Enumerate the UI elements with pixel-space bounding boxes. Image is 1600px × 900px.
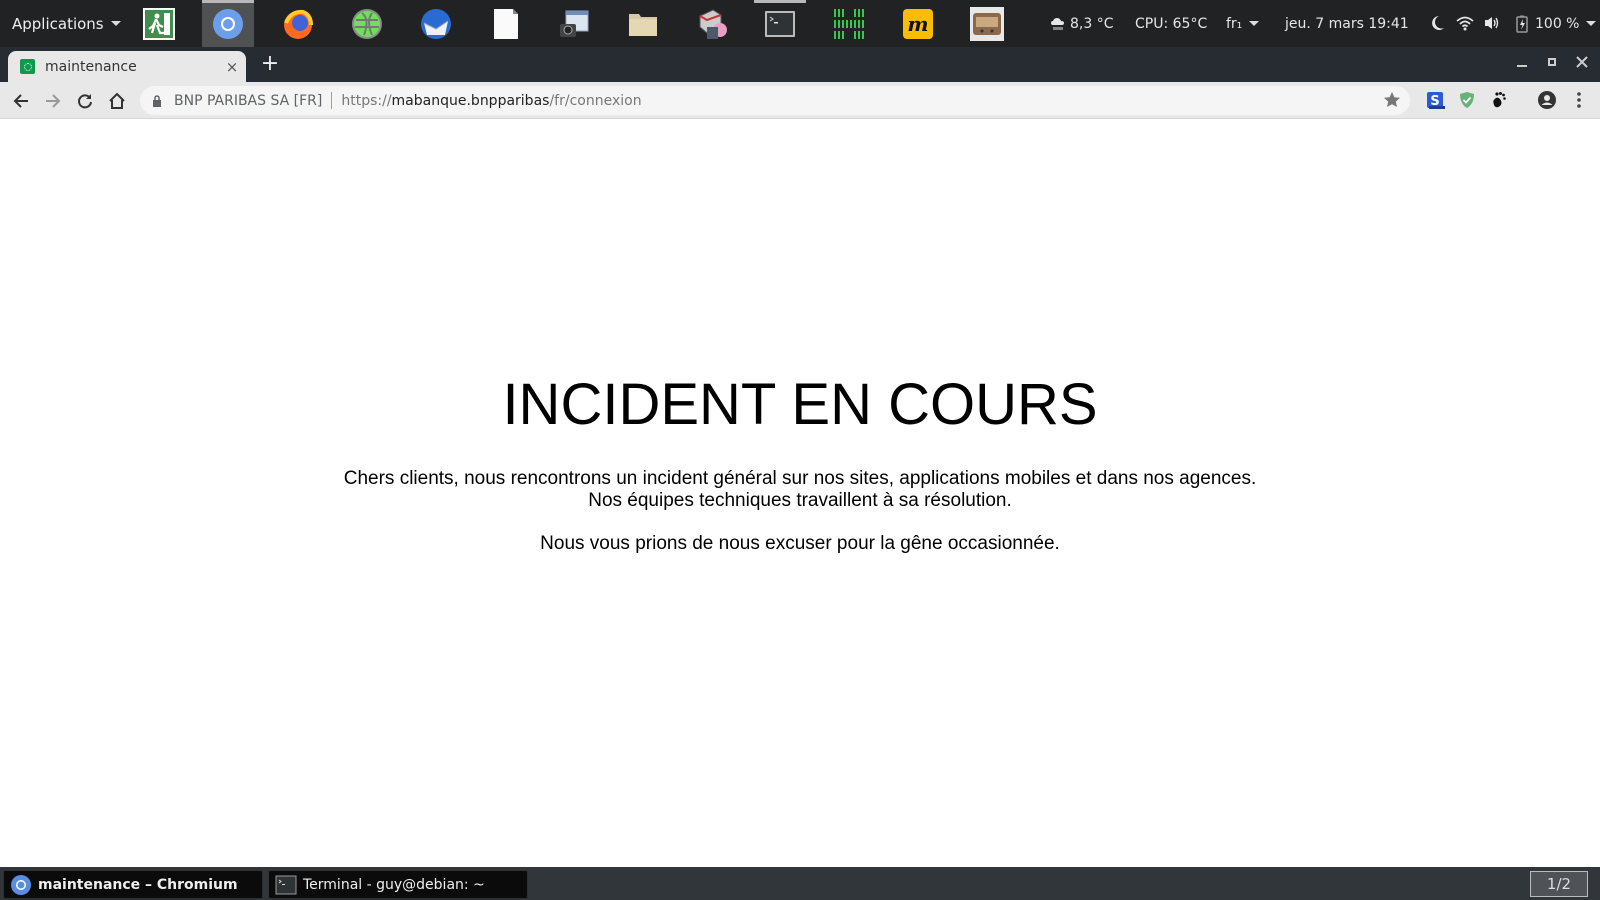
minimize-icon (1517, 65, 1527, 67)
bnp-favicon-icon (20, 59, 35, 74)
disc-burner-icon (699, 8, 727, 39)
svg-text:S: S (1430, 94, 1439, 109)
cpu-temperature: CPU: 65°C (1135, 15, 1208, 32)
back-button[interactable] (8, 88, 34, 114)
task-label: Terminal - guy@debian: ~ (303, 876, 485, 893)
incident-message-line-1: Chers clients, nous rencontrons un incid… (343, 468, 1257, 489)
chevron-down-icon (110, 21, 121, 26)
firefox-icon (284, 9, 313, 39)
radio-icon (970, 6, 1004, 41)
maximize-icon (1548, 58, 1556, 66)
disc-burner-launcher[interactable] (686, 0, 738, 47)
chevron-down-icon (1249, 21, 1260, 26)
close-window-button[interactable] (1570, 53, 1594, 77)
clock[interactable]: jeu. 7 mars 19:41 (1285, 0, 1409, 47)
certificate-org: BNP PARIBAS SA [FR] (174, 92, 323, 109)
emergency-exit-icon (143, 7, 175, 40)
radio-launcher[interactable] (961, 0, 1013, 47)
forward-button[interactable] (40, 88, 66, 114)
weather-text: 8,3 °C (1070, 15, 1114, 32)
battery-indicator[interactable]: 100 % (1515, 0, 1597, 47)
tor-browser-launcher[interactable] (341, 0, 393, 47)
wifi-icon[interactable] (1456, 14, 1474, 32)
libreoffice-launcher[interactable] (479, 0, 531, 47)
task-terminal[interactable]: Terminal - guy@debian: ~ (268, 870, 528, 899)
applications-label: Applications (12, 14, 104, 33)
profile-avatar-icon[interactable] (1537, 90, 1557, 110)
address-bar[interactable]: BNP PARIBAS SA [FR] https://mabanque.bnp… (140, 86, 1410, 115)
top-panel: Applications m 8,3 °C CPU: 65°C fr₁ jeu.… (0, 0, 1600, 47)
browser-tab-strip: maintenance × + (0, 47, 1600, 82)
document-icon (494, 8, 518, 39)
home-icon (109, 92, 125, 109)
task-label: maintenance – Chromium (38, 876, 238, 893)
chevron-down-icon (1586, 21, 1597, 26)
battery-percent: 100 % (1535, 15, 1580, 32)
close-icon (1576, 56, 1588, 68)
bottom-taskbar: maintenance – Chromium Terminal - guy@de… (0, 867, 1600, 900)
workspace-pager[interactable]: 1/2 (1530, 871, 1588, 897)
home-button[interactable] (104, 88, 130, 114)
new-tab-button[interactable]: + (258, 53, 282, 77)
tab-title: maintenance (45, 58, 137, 75)
page-content: INCIDENT EN COURS Chers clients, nous re… (0, 120, 1600, 867)
url-path: /fr/connexion (549, 92, 642, 109)
url-host: mabanque.bnpparibas (391, 92, 550, 109)
chromium-icon (213, 8, 243, 39)
s-extension-icon[interactable]: S (1425, 90, 1445, 110)
reload-icon (78, 94, 92, 109)
thunderbird-icon (421, 8, 451, 39)
menu-kebab-icon[interactable] (1569, 90, 1589, 110)
weather-indicator[interactable]: 8,3 °C (1050, 0, 1114, 47)
bookmark-star-icon[interactable] (1382, 90, 1402, 110)
arrow-right-icon (46, 94, 61, 108)
system-monitor-launcher[interactable] (823, 0, 875, 47)
terminal-launcher[interactable] (754, 0, 806, 47)
reload-button[interactable] (72, 88, 98, 114)
thunderbird-launcher[interactable] (410, 0, 462, 47)
m-app-launcher[interactable]: m (892, 0, 944, 47)
folder-icon (629, 13, 657, 36)
tab-maintenance[interactable]: maintenance × (8, 51, 246, 82)
minimize-button[interactable] (1510, 53, 1534, 77)
file-manager-launcher[interactable] (617, 0, 669, 47)
applications-menu[interactable]: Applications (12, 0, 121, 47)
chromium-icon (11, 874, 31, 895)
svg-text:m: m (907, 12, 928, 36)
exit-launcher[interactable] (133, 0, 185, 47)
url-scheme: https:// (341, 92, 392, 109)
keyboard-layout-menu[interactable]: fr₁ (1226, 0, 1260, 47)
globe-icon (352, 8, 382, 39)
task-chromium[interactable]: maintenance – Chromium (3, 870, 263, 899)
incident-message-line-2: Nos équipes techniques travaillent à sa … (588, 490, 1012, 511)
adguard-shield-icon[interactable] (1457, 90, 1477, 110)
m-app-icon: m (903, 8, 933, 39)
apology-message: Nous vous prions de nous excuser pour la… (540, 533, 1060, 554)
url-text: https://mabanque.bnpparibas/fr/connexion (341, 93, 641, 109)
chromium-launcher[interactable] (202, 0, 254, 47)
screenshot-launcher[interactable] (548, 0, 600, 47)
page-headline: INCIDENT EN COURS (502, 372, 1098, 437)
monitor-bars-icon (834, 8, 864, 39)
night-mode-moon-icon[interactable] (1428, 14, 1446, 32)
browser-toolbar: BNP PARIBAS SA [FR] https://mabanque.bnp… (0, 82, 1600, 119)
screenshot-icon (560, 10, 589, 37)
battery-charging-icon (1516, 15, 1528, 33)
keyboard-layout-label: fr₁ (1226, 15, 1243, 32)
omnibox-separator (331, 92, 333, 109)
maximize-button[interactable] (1540, 53, 1564, 77)
lock-icon (153, 94, 161, 107)
close-tab-icon[interactable]: × (222, 57, 242, 77)
firefox-launcher[interactable] (272, 0, 324, 47)
gnome-foot-icon[interactable] (1489, 90, 1509, 110)
terminal-icon (765, 10, 795, 37)
arrow-left-icon (13, 94, 28, 108)
terminal-icon (275, 875, 297, 894)
volume-icon[interactable] (1483, 14, 1501, 32)
rain-cloud-icon (1051, 17, 1064, 30)
